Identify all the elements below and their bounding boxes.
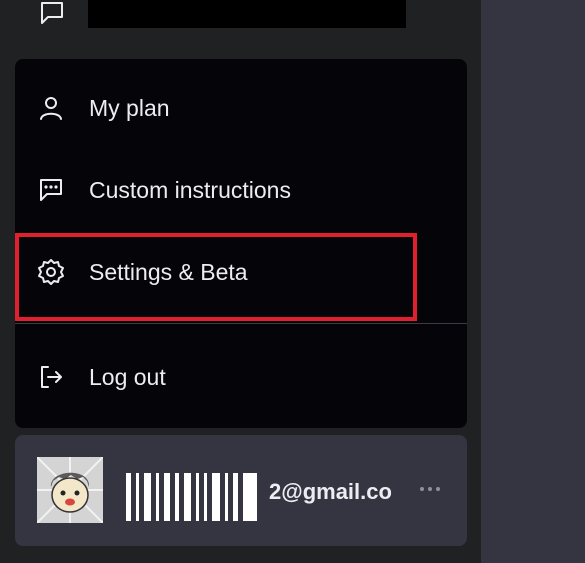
account-menu: My plan Custom instructions Settings & B… <box>15 59 467 428</box>
chat-dots-icon <box>37 176 65 204</box>
menu-item-label: Settings & Beta <box>89 258 248 285</box>
account-button[interactable]: 2@gmail.co <box>15 435 467 546</box>
menu-divider <box>15 323 467 324</box>
menu-item-log-out[interactable]: Log out <box>15 336 467 418</box>
redacted-conversation-title[interactable]: (redacted) <box>88 0 406 28</box>
chat-bubble-icon <box>38 0 66 28</box>
main-panel <box>481 0 585 563</box>
avatar <box>37 457 103 523</box>
menu-item-settings-beta[interactable]: Settings & Beta <box>15 231 467 313</box>
menu-item-my-plan[interactable]: My plan <box>15 67 467 149</box>
gear-icon <box>37 258 65 286</box>
user-icon <box>37 94 65 122</box>
menu-item-custom-instructions[interactable]: Custom instructions <box>15 149 467 231</box>
menu-item-label: Custom instructions <box>89 176 291 203</box>
ellipsis-icon[interactable] <box>415 477 445 501</box>
account-email: 2@gmail.co <box>269 479 392 504</box>
logout-icon <box>37 363 65 391</box>
redacted-username <box>126 473 276 521</box>
menu-item-label: Log out <box>89 363 166 390</box>
menu-item-label: My plan <box>89 94 170 121</box>
conversation-row[interactable]: (redacted) <box>0 0 481 40</box>
